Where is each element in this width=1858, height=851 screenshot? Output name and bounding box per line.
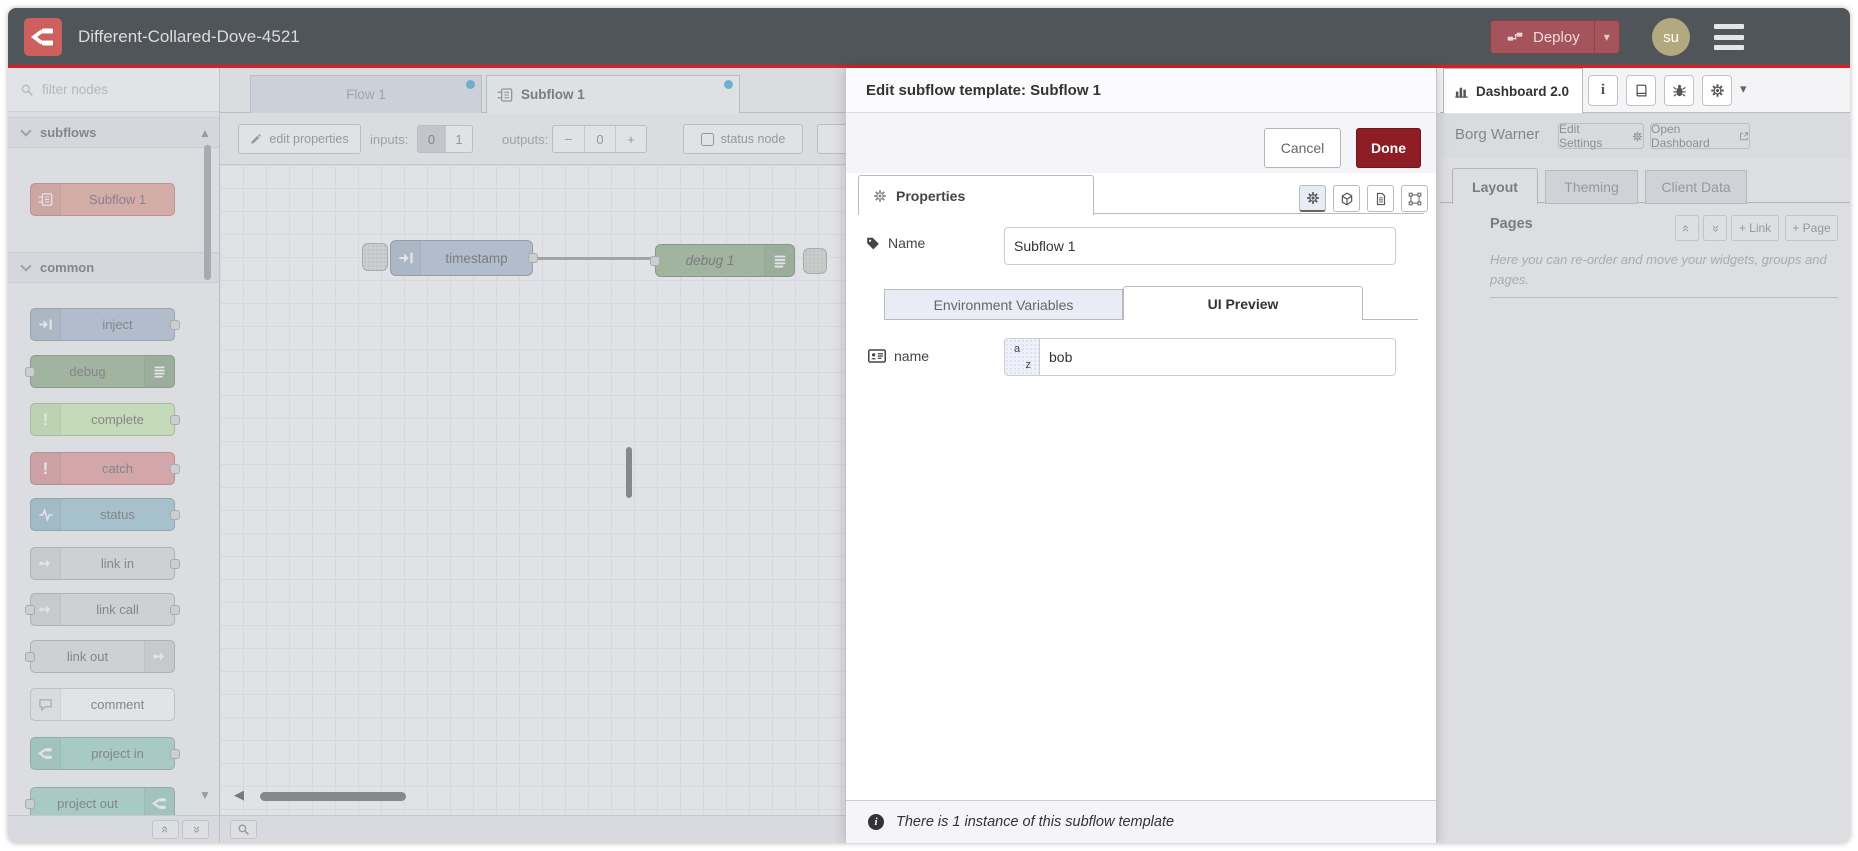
dialog-button-row: Cancel Done bbox=[846, 113, 1436, 173]
node-red-editor: Different-Collared-Dove-4521 Deploy ▾ su… bbox=[0, 0, 1858, 851]
selection-frame-icon bbox=[1408, 192, 1422, 206]
bar-chart-icon bbox=[1454, 84, 1469, 99]
modal-shade bbox=[8, 68, 845, 843]
dialog-footer: i There is 1 instance of this subflow te… bbox=[846, 800, 1436, 843]
horizontal-scrollbar[interactable] bbox=[260, 792, 406, 801]
env-field-label: name bbox=[868, 348, 929, 364]
tab-properties[interactable]: Properties bbox=[858, 175, 1094, 215]
string-type-button[interactable]: a z bbox=[1005, 339, 1040, 375]
edit-properties-pane-button[interactable] bbox=[1299, 185, 1326, 212]
description-button[interactable] bbox=[1367, 185, 1394, 212]
info-panel-button[interactable]: i bbox=[1588, 75, 1618, 106]
cube-icon bbox=[1340, 192, 1354, 206]
vertical-scrollbar[interactable] bbox=[626, 447, 632, 498]
name-field-label: Name bbox=[866, 235, 925, 251]
bug-icon bbox=[1672, 83, 1687, 98]
appearance-button[interactable] bbox=[1401, 185, 1428, 212]
done-button[interactable]: Done bbox=[1356, 128, 1421, 168]
instance-count-text: There is 1 instance of this subflow temp… bbox=[896, 814, 1175, 830]
scroll-left-icon[interactable]: ◀ bbox=[234, 787, 244, 803]
user-avatar[interactable]: su bbox=[1652, 18, 1690, 56]
config-panel-button[interactable] bbox=[1702, 75, 1732, 106]
id-card-icon bbox=[868, 349, 886, 363]
main-menu-icon[interactable] bbox=[1714, 24, 1744, 50]
dialog-title: Edit subflow template: Subflow 1 bbox=[846, 68, 1436, 113]
info-icon: i bbox=[1600, 82, 1606, 98]
sidebar-header: Dashboard 2.0 i ▾ bbox=[1440, 68, 1850, 114]
subflow-name-input[interactable] bbox=[1004, 227, 1396, 265]
workspace-title: Different-Collared-Dove-4521 bbox=[78, 27, 300, 46]
sidebar-options-caret[interactable]: ▾ bbox=[1740, 81, 1747, 97]
app-header: Different-Collared-Dove-4521 Deploy ▾ su bbox=[8, 8, 1850, 65]
node-red-logo-icon bbox=[24, 18, 62, 56]
gear-icon bbox=[1306, 191, 1320, 205]
dialog-body: Properties Name Environment Variables UI… bbox=[846, 173, 1436, 800]
cancel-button[interactable]: Cancel bbox=[1264, 128, 1341, 168]
app-window: Different-Collared-Dove-4521 Deploy ▾ su… bbox=[8, 8, 1850, 843]
book-icon bbox=[1634, 83, 1649, 98]
modal-shade bbox=[1437, 113, 1850, 843]
help-panel-button[interactable] bbox=[1626, 75, 1656, 106]
deploy-label: Deploy bbox=[1533, 28, 1580, 46]
info-icon: i bbox=[868, 814, 884, 830]
module-properties-button[interactable] bbox=[1333, 185, 1360, 212]
debug-panel-button[interactable] bbox=[1664, 75, 1694, 106]
deploy-button[interactable]: Deploy ▾ bbox=[1490, 20, 1620, 54]
tag-icon bbox=[866, 236, 880, 250]
tab-dashboard-2[interactable]: Dashboard 2.0 bbox=[1443, 68, 1583, 114]
gear-icon bbox=[1710, 83, 1725, 98]
env-value-input[interactable] bbox=[1040, 339, 1395, 375]
tab-ui-preview[interactable]: UI Preview bbox=[1123, 286, 1363, 320]
gear-icon bbox=[873, 189, 887, 203]
tab-environment-variables[interactable]: Environment Variables bbox=[884, 289, 1123, 320]
env-value-field: a z bbox=[1004, 338, 1396, 376]
deploy-icon bbox=[1505, 28, 1525, 45]
document-icon bbox=[1374, 192, 1388, 206]
edit-subflow-dialog: Edit subflow template: Subflow 1 Cancel … bbox=[845, 68, 1437, 843]
deploy-options-caret[interactable]: ▾ bbox=[1593, 21, 1619, 53]
